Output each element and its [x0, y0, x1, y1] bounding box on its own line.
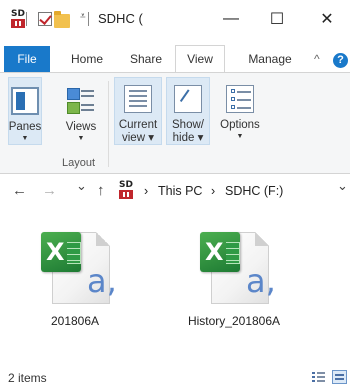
panes-button[interactable]: Panes ▼: [8, 79, 42, 143]
show-hide-icon: [174, 85, 202, 113]
views-arrow-icon: ▼: [77, 135, 85, 142]
list-item[interactable]: X a, 201806A: [20, 226, 130, 328]
close-button[interactable]: ✕: [304, 0, 350, 38]
file-name: History_201806A: [187, 314, 281, 328]
current-view-label: Current view ▾: [118, 119, 158, 144]
ribbon: Panes ▼ Views ▼ Layout Current view ▾ Sho…: [0, 72, 350, 174]
tab-view[interactable]: View: [175, 45, 225, 72]
excel-icon: X a,: [194, 226, 276, 306]
excel-icon: X a,: [35, 226, 117, 306]
status-bar: [0, 368, 350, 389]
forward-button[interactable]: →: [42, 182, 57, 199]
address-dropdown-button[interactable]: ⌄: [337, 178, 348, 194]
breadcrumb-drive[interactable]: SDHC (F:): [225, 184, 283, 198]
navigation-pane-icon: [11, 87, 39, 115]
show-hide-label: Show/hide ▾: [172, 119, 204, 144]
title-separator-2: [88, 12, 89, 26]
options-icon: [226, 85, 254, 113]
breadcrumb-this-pc[interactable]: This PC: [158, 184, 202, 198]
back-button[interactable]: ←: [12, 182, 27, 199]
help-icon[interactable]: ?: [333, 53, 348, 68]
properties-icon[interactable]: [38, 12, 52, 26]
options-button[interactable]: Options ▼: [216, 79, 264, 141]
title-bar: SD ⩡ SDHC ( — ☐ ✕: [0, 0, 350, 38]
minimize-button[interactable]: —: [208, 0, 254, 38]
item-count: 2 items: [8, 371, 47, 385]
title-separator: [26, 12, 27, 26]
recent-locations-button[interactable]: ⌄: [76, 178, 87, 194]
sd-card-icon: SD: [117, 181, 135, 199]
customize-toolbar-icon[interactable]: ⩡: [80, 11, 86, 22]
window-title: SDHC (: [98, 11, 143, 26]
collapse-ribbon-icon[interactable]: ^: [314, 52, 320, 66]
tab-file[interactable]: File: [4, 46, 50, 72]
tab-manage[interactable]: Manage: [236, 46, 304, 72]
details-view-icon[interactable]: [311, 370, 326, 384]
layout-views-icon: [67, 87, 95, 115]
list-item[interactable]: X a, History_201806A: [179, 226, 289, 328]
layout-group-label: Layout: [62, 157, 96, 169]
ribbon-separator: [108, 81, 109, 167]
options-label: Options: [220, 119, 260, 131]
views-button[interactable]: Views ▼: [64, 79, 98, 143]
file-name: 201806A: [50, 314, 100, 328]
up-button[interactable]: ↑: [97, 182, 105, 199]
new-folder-icon[interactable]: [54, 11, 70, 28]
sd-card-icon: SD: [9, 10, 27, 28]
tab-share[interactable]: Share: [120, 46, 172, 72]
show-hide-button[interactable]: Show/hide ▾: [166, 79, 210, 145]
breadcrumb-separator[interactable]: ›: [211, 184, 215, 198]
views-label: Views: [65, 121, 97, 133]
breadcrumb-separator[interactable]: ›: [144, 184, 148, 198]
large-icons-view-icon[interactable]: [332, 370, 347, 384]
panes-label: Panes: [8, 121, 42, 133]
panes-arrow-icon: ▼: [21, 135, 29, 142]
current-view-icon: [124, 85, 152, 113]
maximize-button[interactable]: ☐: [254, 0, 300, 38]
current-view-button[interactable]: Current view ▾: [114, 79, 162, 145]
options-arrow-icon: ▼: [236, 133, 244, 140]
tab-home[interactable]: Home: [62, 46, 112, 72]
